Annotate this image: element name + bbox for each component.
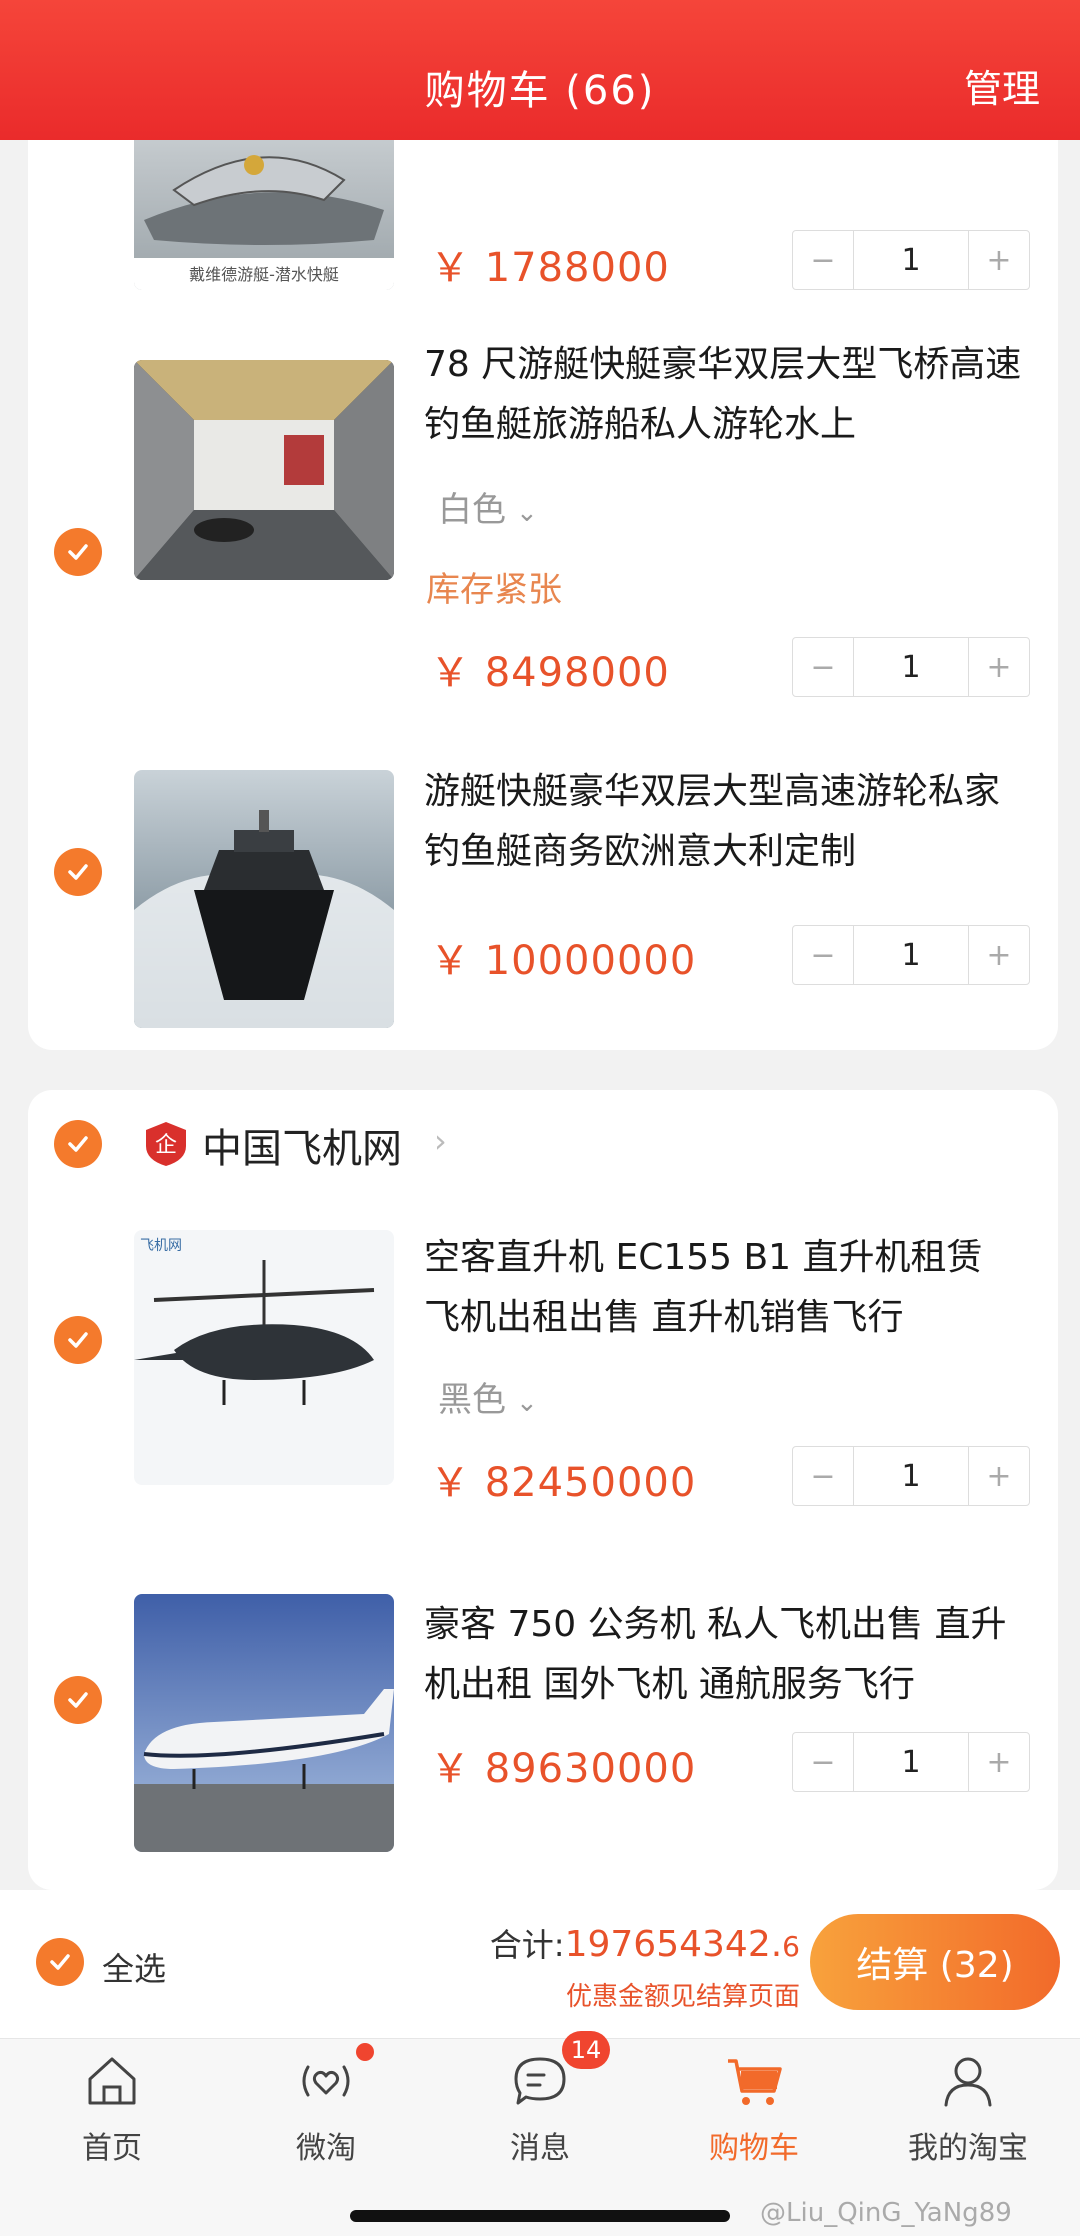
tab-label: 首页	[82, 2131, 142, 2166]
quantity-value[interactable]: 1	[853, 638, 969, 696]
item-title[interactable]: 游艇快艇豪华双层大型高速游轮私家钓鱼艇商务欧洲意大利定制	[424, 762, 1024, 882]
item-title[interactable]: 空客直升机 EC155 B1 直升机租赁 飞机出租出售 直升机销售飞行	[424, 1228, 1024, 1348]
increase-button[interactable]: +	[969, 926, 1029, 984]
quantity-value[interactable]: 1	[853, 231, 969, 289]
chevron-right-icon: ›	[434, 1122, 447, 1160]
chevron-down-icon: ⌄	[516, 1388, 538, 1418]
tab-label: 消息	[510, 2131, 570, 2166]
chevron-down-icon: ⌄	[516, 498, 538, 528]
home-icon	[88, 2057, 136, 2105]
checkout-button[interactable]: 结算 (32)	[810, 1914, 1060, 2010]
nav-header: 购物车 (66) 管理	[0, 0, 1080, 140]
store-card: 戴维德游艇-潜水快艇 ￥ 1788000 − 1 + 78 尺游艇快艇豪华双层大…	[28, 70, 1058, 1050]
item-spec[interactable]: 白色 ⌄	[438, 482, 538, 531]
item-checkbox[interactable]	[54, 528, 102, 576]
quantity-stepper[interactable]: − 1 +	[792, 1446, 1030, 1506]
decrease-button[interactable]: −	[793, 1447, 853, 1505]
store-header[interactable]: 企 中国飞机网 ›	[28, 1090, 1058, 1200]
decrease-button[interactable]: −	[793, 231, 853, 289]
checkmark-icon	[68, 544, 88, 560]
checkmark-icon	[68, 1136, 88, 1152]
store-badge-label: 企	[155, 1133, 177, 1158]
cart-icon	[728, 2059, 782, 2105]
item-price: ￥ 10000000	[430, 938, 697, 984]
svg-text:飞机网: 飞机网	[140, 1238, 182, 1254]
discount-note: 优惠金额见结算页面	[565, 1982, 800, 2012]
spec-label: 黑色	[438, 1380, 506, 1420]
item-title[interactable]: 78 尺游艇快艇豪华双层大型飞桥高速钓鱼艇旅游船私人游轮水上	[424, 335, 1024, 455]
weitao-icon	[302, 2065, 350, 2097]
total-amount: 197654342.	[564, 1924, 783, 1965]
checkmark-icon	[68, 1332, 88, 1348]
product-image[interactable]	[134, 1594, 394, 1852]
quantity-value[interactable]: 1	[853, 1733, 969, 1791]
item-title[interactable]: 豪客 750 公务机 私人飞机出售 直升机出租 国外飞机 通航服务飞行	[424, 1595, 1024, 1715]
notification-dot	[356, 2043, 374, 2061]
tab-label: 我的淘宝	[908, 2131, 1028, 2166]
manage-button[interactable]: 管理	[964, 58, 1040, 113]
store-name[interactable]: 中国飞机网	[202, 1116, 402, 1174]
checkmark-icon	[50, 1954, 70, 1970]
increase-button[interactable]: +	[969, 1447, 1029, 1505]
tab-label: 微淘	[296, 2131, 356, 2166]
total-price: 合计:197654342.6	[490, 1920, 800, 1966]
item-price: ￥ 82450000	[430, 1460, 697, 1506]
decrease-button[interactable]: −	[793, 638, 853, 696]
item-spec[interactable]: 黑色 ⌄	[438, 1372, 538, 1421]
increase-button[interactable]: +	[969, 231, 1029, 289]
tab-label: 购物车	[709, 2131, 799, 2166]
quantity-value[interactable]: 1	[853, 1447, 969, 1505]
store-badge-icon: 企	[146, 1122, 186, 1166]
watermark: @Liu_QinG_YaNg89	[760, 2198, 1012, 2228]
spec-label: 白色	[438, 490, 506, 530]
item-checkbox[interactable]	[54, 1676, 102, 1724]
thumb-caption: 戴维德游艇-潜水快艇	[189, 265, 339, 284]
increase-button[interactable]: +	[969, 638, 1029, 696]
quantity-stepper[interactable]: − 1 +	[792, 637, 1030, 697]
decrease-button[interactable]: −	[793, 926, 853, 984]
select-all-label[interactable]: 全选	[102, 1944, 166, 1990]
checkout-bar: 全选 合计:197654342.6 优惠金额见结算页面 结算 (32)	[0, 1890, 1080, 2038]
item-checkbox[interactable]	[54, 1316, 102, 1364]
item-price: ￥ 1788000	[430, 245, 670, 291]
checkmark-icon	[68, 1692, 88, 1708]
increase-button[interactable]: +	[969, 1733, 1029, 1791]
item-price: ￥ 8498000	[430, 650, 670, 696]
decrease-button[interactable]: −	[793, 1733, 853, 1791]
message-count-badge: 14	[562, 2031, 610, 2069]
store-checkbox[interactable]	[54, 1120, 102, 1168]
select-all-checkbox[interactable]	[36, 1938, 84, 1986]
item-checkbox[interactable]	[54, 848, 102, 896]
quantity-value[interactable]: 1	[853, 926, 969, 984]
tab-profile[interactable]: 我的淘宝	[860, 2039, 1076, 2189]
store-card: 企 中国飞机网 › 飞机网 空客直升机 EC155 B1 直升机租赁 飞机出租出…	[28, 1090, 1058, 1890]
quantity-stepper[interactable]: − 1 +	[792, 230, 1030, 290]
page-title: 购物车 (66)	[424, 68, 656, 114]
tab-home[interactable]: 首页	[4, 2039, 220, 2189]
stock-warning: 库存紧张	[426, 570, 562, 610]
total-label: 合计:	[489, 1926, 565, 1964]
tab-messages[interactable]: 14 消息	[432, 2031, 648, 2189]
total-decimal: 6	[782, 1930, 800, 1963]
checkmark-icon	[68, 864, 88, 880]
product-image[interactable]	[134, 770, 394, 1028]
quantity-stepper[interactable]: − 1 +	[792, 1732, 1030, 1792]
quantity-stepper[interactable]: − 1 +	[792, 925, 1030, 985]
product-image[interactable]	[134, 360, 394, 580]
tab-weitao[interactable]: 微淘	[218, 2039, 434, 2189]
tab-cart[interactable]: 购物车	[646, 2039, 862, 2189]
product-image[interactable]: 飞机网	[134, 1230, 394, 1485]
item-price: ￥ 89630000	[430, 1746, 697, 1792]
profile-icon	[944, 2057, 992, 2107]
home-indicator[interactable]	[350, 2210, 730, 2222]
message-icon	[514, 2057, 566, 2105]
